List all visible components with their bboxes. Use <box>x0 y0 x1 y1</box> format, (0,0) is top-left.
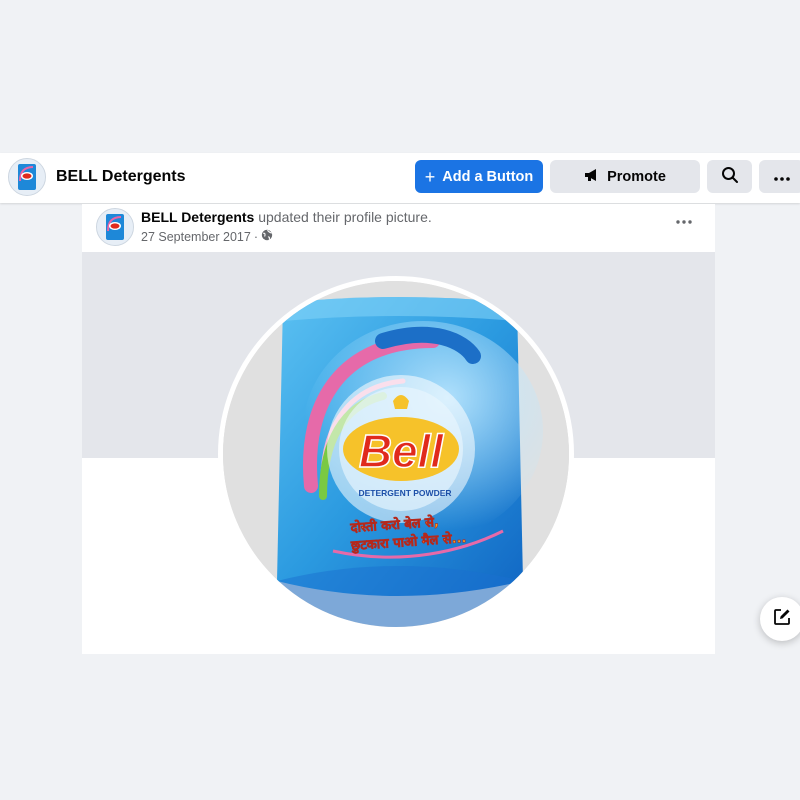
megaphone-icon <box>584 168 600 186</box>
globe-icon <box>261 229 273 244</box>
page-avatar[interactable] <box>8 158 46 196</box>
post-author-avatar[interactable] <box>96 208 134 246</box>
post-more-options[interactable] <box>673 214 695 230</box>
profile-picture[interactable]: Bell DETERGENT POWDER दोस्ती करो बेल से,… <box>218 276 574 632</box>
post-action-text: updated their profile picture. <box>254 209 432 225</box>
compose-message-button[interactable] <box>760 597 800 641</box>
add-a-button-label: Add a Button <box>442 168 534 185</box>
search-icon <box>721 166 739 188</box>
post-date-separator: · <box>253 229 258 244</box>
post-card: BELL Detergents updated their profile pi… <box>82 204 715 654</box>
brand-logo-text: Bell <box>359 425 445 477</box>
post-author-name[interactable]: BELL Detergents <box>141 209 254 225</box>
page-title[interactable]: BELL Detergents <box>56 168 186 186</box>
detergent-pack-image: Bell DETERGENT POWDER दोस्ती करो बेल से,… <box>223 281 569 627</box>
post-author-line: BELL Detergents updated their profile pi… <box>141 209 432 225</box>
post-date[interactable]: 27 September 2017 <box>141 230 251 244</box>
add-a-button-button[interactable]: + Add a Button <box>415 160 543 193</box>
promote-label: Promote <box>607 168 666 185</box>
bell-logo-thumbnail <box>9 159 45 195</box>
bell-logo-thumbnail <box>97 209 133 245</box>
product-type-text: DETERGENT POWDER <box>358 488 451 498</box>
plus-icon: + <box>424 166 436 187</box>
more-horizontal-icon <box>676 220 692 224</box>
page-header-bar: BELL Detergents + Add a Button Promote <box>0 153 800 203</box>
search-button[interactable] <box>707 160 752 193</box>
more-options-button[interactable] <box>759 160 800 193</box>
more-horizontal-icon <box>773 169 790 185</box>
promote-button[interactable]: Promote <box>550 160 700 193</box>
post-meta: 27 September 2017 · <box>141 229 273 244</box>
compose-icon <box>772 607 792 632</box>
